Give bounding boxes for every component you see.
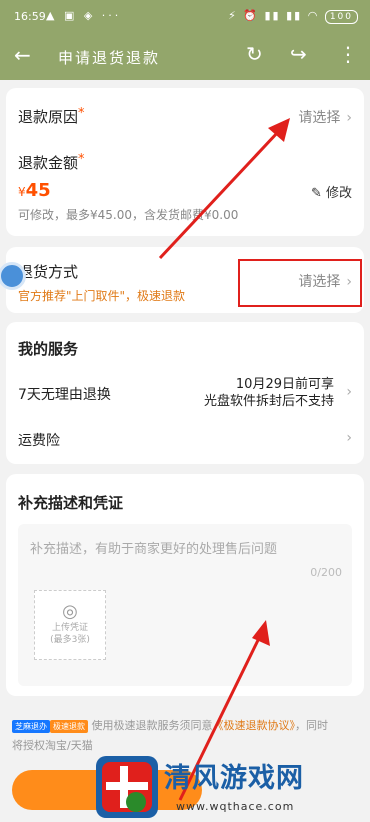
- annotation-arrowhead-2: [252, 620, 270, 646]
- annotation-arrow-1: [158, 130, 280, 260]
- watermark-url: www.wqthace.com: [176, 800, 295, 813]
- annotation-arrows: [158, 118, 290, 801]
- site-watermark: 清风游戏网 www.wqthace.com: [92, 752, 370, 822]
- watermark-text: 清风游戏网: [164, 763, 304, 794]
- watermark-logo-icon: [96, 756, 158, 818]
